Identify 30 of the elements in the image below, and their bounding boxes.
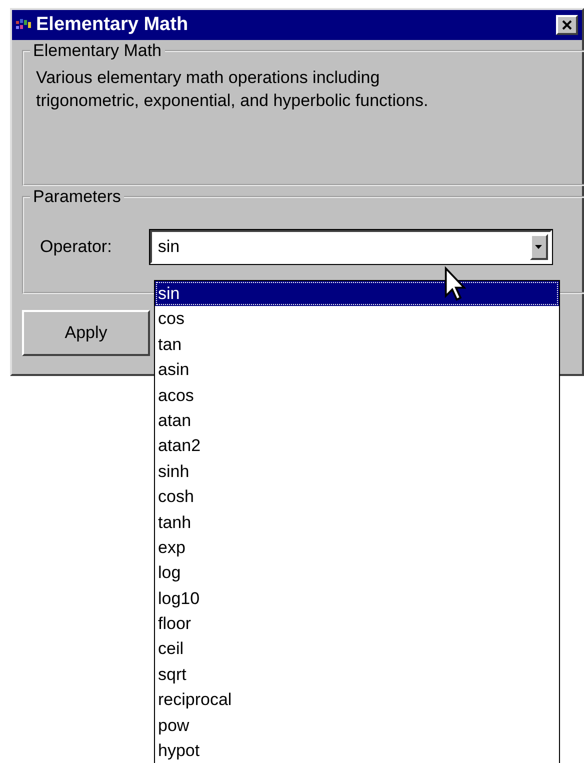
- operator-dropdown[interactable]: sin: [150, 230, 552, 264]
- dropdown-arrow-button[interactable]: [530, 234, 548, 260]
- close-icon: [562, 20, 572, 30]
- field-label: Operator:: [40, 237, 112, 257]
- description-text: Various elementary math operations including trigonometric, exponential, and hyperbolic functions.: [36, 67, 430, 112]
- window-title: Elementary Math: [36, 14, 190, 36]
- dropdown-option[interactable]: asin: [155, 357, 559, 383]
- dropdown-option[interactable]: cos: [155, 306, 559, 332]
- dropdown-option[interactable]: reciprocal: [155, 687, 559, 713]
- apply-button[interactable]: Apply: [22, 310, 150, 356]
- dropdown-option[interactable]: atan2: [155, 433, 559, 459]
- dropdown-option[interactable]: exp: [155, 534, 559, 560]
- dropdown-option[interactable]: sinh: [155, 458, 559, 484]
- dropdown-option[interactable]: sqrt: [155, 662, 559, 688]
- close-button[interactable]: [556, 15, 578, 35]
- dropdown-option[interactable]: log10: [155, 586, 559, 612]
- dropdown-option[interactable]: log: [155, 560, 559, 586]
- dropdown-option[interactable]: pow: [155, 712, 559, 738]
- dropdown-option[interactable]: tan: [155, 332, 559, 358]
- dropdown-option[interactable]: tanh: [155, 510, 559, 535]
- dropdown-option[interactable]: ceil: [155, 636, 559, 662]
- caret-icon: [535, 245, 542, 249]
- dropdown-option[interactable]: acos: [155, 382, 559, 408]
- dropdown-option[interactable]: sin: [155, 281, 559, 306]
- dropdown-option[interactable]: hypot: [155, 738, 559, 763]
- dropdown-option[interactable]: cosh: [155, 484, 559, 510]
- dropdown-option[interactable]: atan: [155, 408, 559, 434]
- dropdown-option[interactable]: floor: [155, 611, 559, 636]
- group-title: Elementary Math: [30, 41, 164, 61]
- app-icon: [16, 18, 32, 32]
